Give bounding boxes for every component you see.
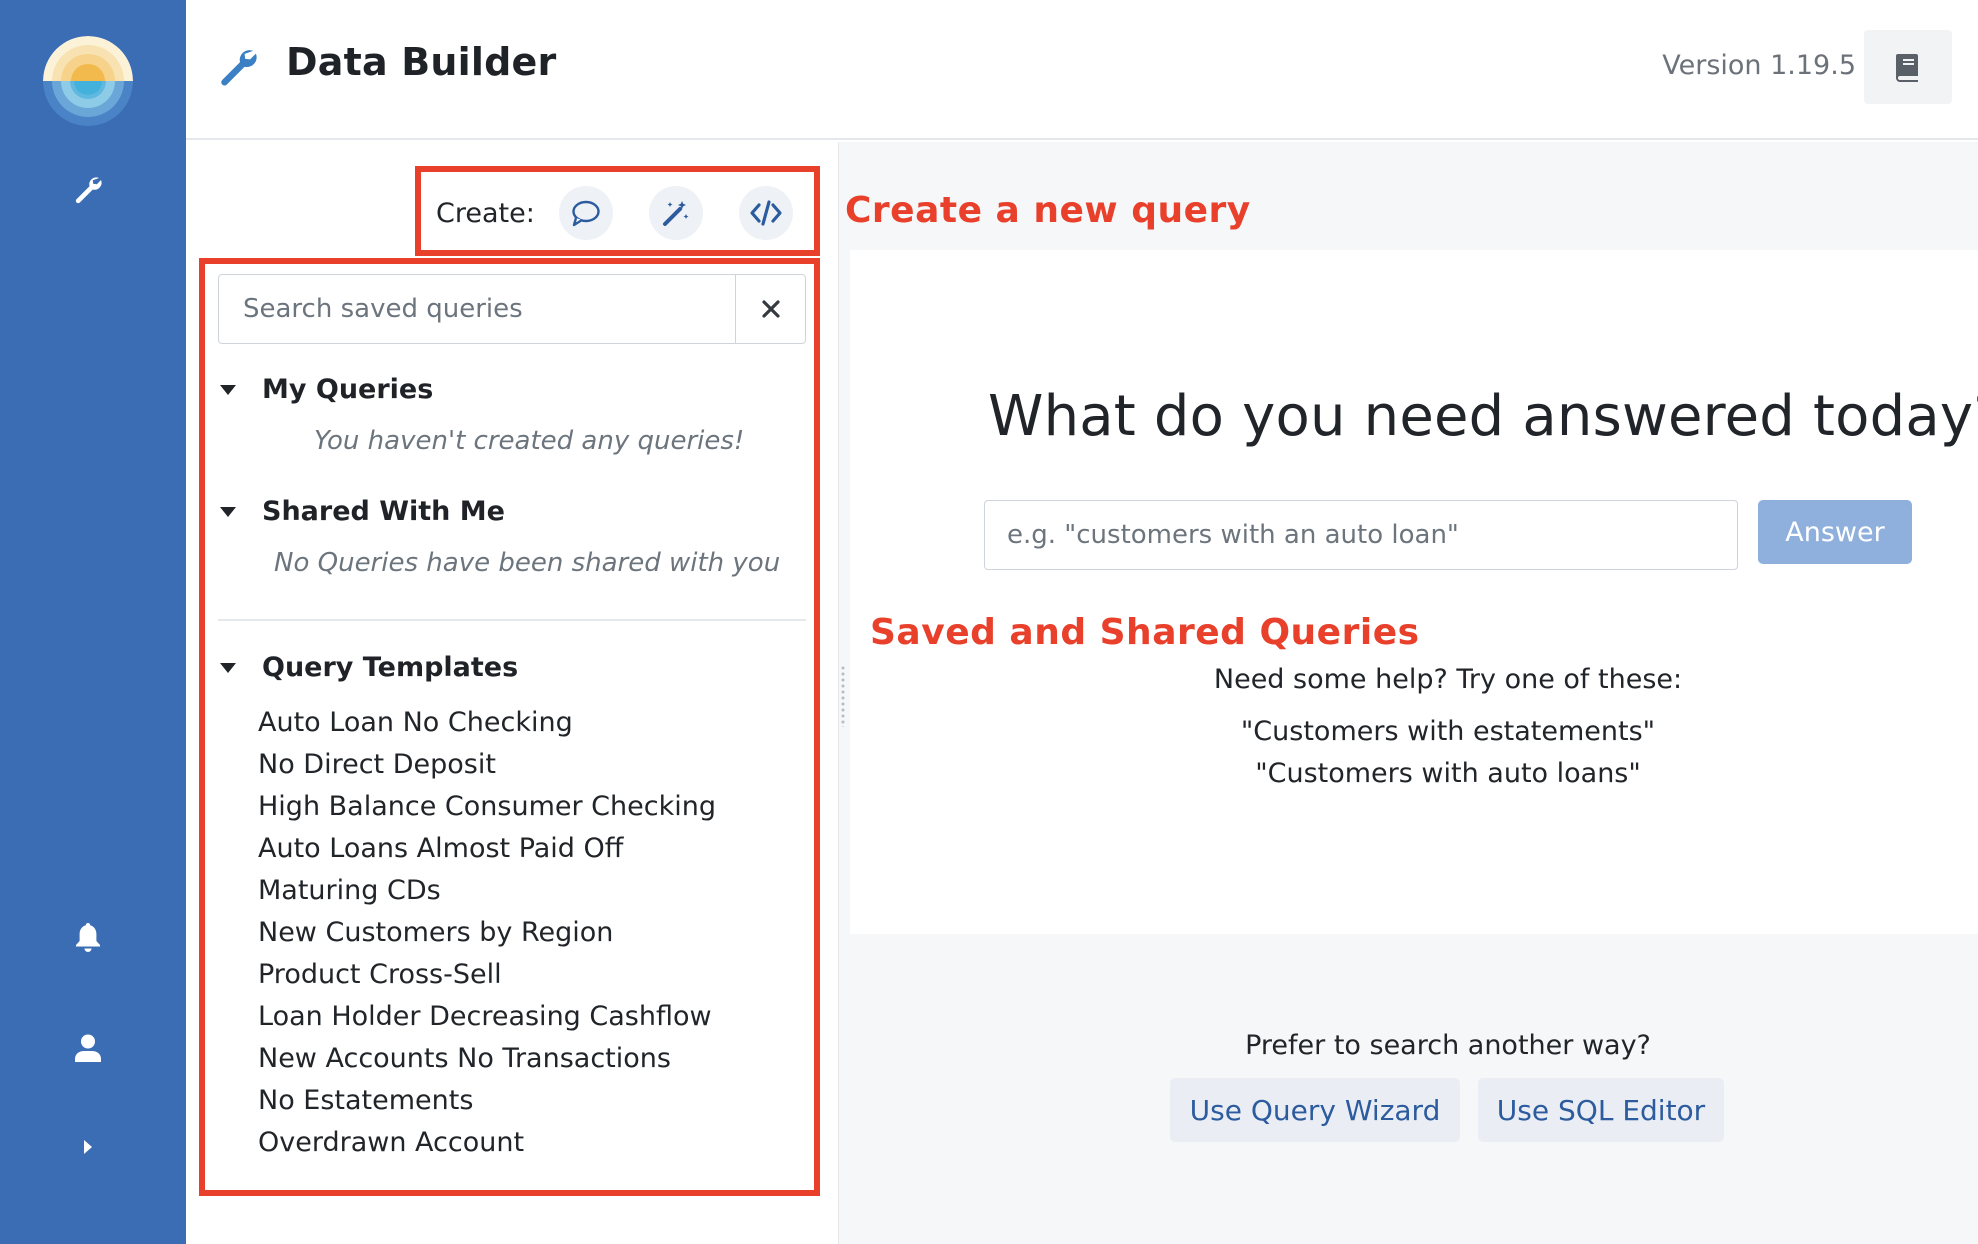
documentation-button[interactable] bbox=[1864, 30, 1952, 104]
create-annotation-label: Create a new query bbox=[845, 190, 1251, 231]
saved-annotation-label: Saved and Shared Queries bbox=[870, 612, 1420, 653]
use-sql-editor-button[interactable]: Use SQL Editor bbox=[1478, 1078, 1724, 1142]
app-logo[interactable] bbox=[43, 36, 133, 126]
example-query[interactable]: "Customers with auto loans" bbox=[1050, 758, 1846, 789]
resize-handle[interactable] bbox=[840, 665, 846, 727]
user-icon[interactable] bbox=[63, 1023, 113, 1073]
version-label: Version 1.19.5 bbox=[1662, 50, 1856, 81]
answer-button[interactable]: Answer bbox=[1758, 500, 1912, 564]
chevron-right-icon[interactable] bbox=[63, 1122, 113, 1172]
nav-wrench-icon[interactable] bbox=[63, 164, 113, 214]
main-headline: What do you need answered today? bbox=[988, 384, 1978, 449]
question-input[interactable] bbox=[984, 500, 1738, 570]
wrench-icon bbox=[216, 44, 260, 88]
create-annotation-box bbox=[415, 166, 820, 256]
nav-rail bbox=[0, 0, 186, 1244]
help-text: Need some help? Try one of these: bbox=[1213, 664, 1683, 695]
bell-icon[interactable] bbox=[63, 912, 113, 962]
alt-search-prompt: Prefer to search another way? bbox=[1245, 1030, 1651, 1061]
page-title: Data Builder bbox=[286, 40, 557, 84]
ask-card bbox=[850, 250, 1978, 934]
use-query-wizard-button[interactable]: Use Query Wizard bbox=[1170, 1078, 1460, 1142]
saved-queries-annotation-box bbox=[199, 258, 820, 1196]
app-header: Data Builder Version 1.19.5 bbox=[186, 0, 1978, 140]
example-query[interactable]: "Customers with estatements" bbox=[1050, 716, 1846, 747]
book-icon bbox=[1896, 54, 1918, 82]
